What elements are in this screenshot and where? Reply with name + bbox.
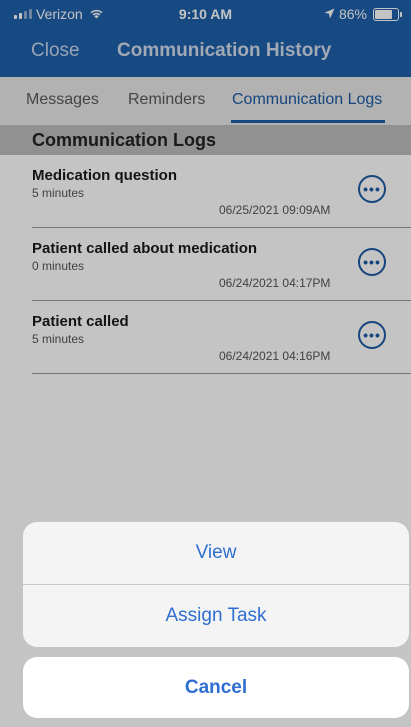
view-button[interactable]: View [23,522,409,584]
assign-task-button[interactable]: Assign Task [23,585,409,647]
action-sheet: View Assign Task [23,522,409,647]
app-screen: Verizon 9:10 AM 86% Close Communication … [0,0,411,727]
cancel-button[interactable]: Cancel [23,657,409,718]
